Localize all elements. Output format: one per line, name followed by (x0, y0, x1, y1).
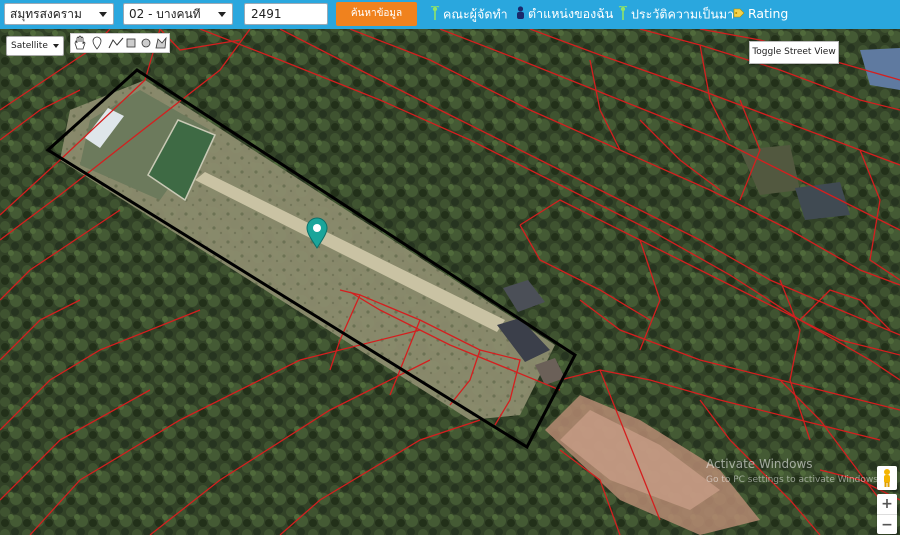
chevron-down-icon (99, 12, 107, 17)
nav-link-history[interactable]: ประวัติความเป็นมา (618, 5, 735, 24)
parcel-number-input[interactable]: 2491 (244, 3, 328, 25)
drawing-toolbar (70, 33, 170, 53)
zoom-out-button[interactable]: − (877, 515, 897, 535)
pegman-icon[interactable] (877, 466, 897, 490)
nav-link-authors-label: คณะผู้จัดทำ (443, 6, 508, 22)
antenna-icon (618, 5, 628, 24)
nav-link-my-location-label: ตำแหน่งของฉัน (528, 6, 614, 21)
district-select-value: 02 - บางคนที (129, 7, 201, 21)
nav-link-rating-label: Rating (748, 6, 789, 21)
province-select[interactable]: สมุทรสงคราม (4, 3, 114, 25)
activation-watermark-title: Activate Windows (706, 457, 813, 471)
antenna-icon (430, 5, 440, 24)
rectangle-tool-icon[interactable] (126, 38, 136, 48)
province-select-value: สมุทรสงคราม (10, 7, 82, 21)
top-toolbar: สมุทรสงคราม 02 - บางคนที 2491 ค้นหาข้อมู… (0, 0, 900, 29)
parcel-number-value: 2491 (251, 7, 282, 21)
polyline-tool-icon[interactable] (108, 37, 124, 49)
zoom-in-button[interactable]: + (877, 494, 897, 515)
circle-tool-icon[interactable] (141, 38, 151, 48)
search-button[interactable]: ค้นหาข้อมูล (336, 2, 417, 26)
hand-tool-icon[interactable] (74, 35, 86, 50)
nav-link-my-location[interactable]: ตำแหน่งของฉัน (516, 6, 613, 23)
person-icon (516, 6, 525, 23)
chevron-down-icon (53, 44, 59, 48)
district-select[interactable]: 02 - บางคนที (123, 3, 233, 25)
activation-watermark-text: Go to PC settings to activate Windows. (706, 475, 881, 485)
nav-link-rating[interactable]: Rating (733, 6, 788, 23)
polygon-tool-icon[interactable] (155, 36, 167, 49)
zoom-control: + − (877, 494, 897, 534)
marker-tool-icon[interactable] (92, 36, 102, 50)
map-type-select[interactable]: Satellite (6, 36, 64, 56)
chevron-down-icon (218, 12, 226, 17)
nav-link-history-label: ประวัติความเป็นมา (631, 6, 735, 22)
map-type-value: Satellite (11, 41, 48, 51)
tag-icon (733, 7, 745, 23)
nav-link-authors[interactable]: คณะผู้จัดทำ (430, 5, 508, 24)
toggle-street-view-button[interactable]: Toggle Street View (749, 41, 839, 64)
